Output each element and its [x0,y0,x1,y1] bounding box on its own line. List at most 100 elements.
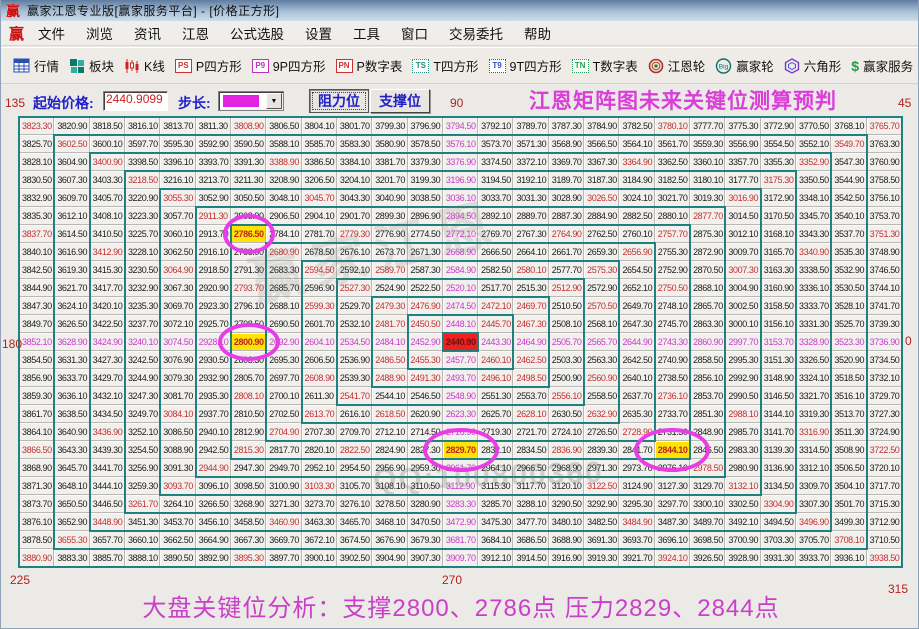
matrix-cell: 2743.30 [655,333,690,351]
matrix-cell: 3636.10 [54,387,89,405]
matrix-cell: 2834.50 [513,441,548,459]
matrix-cell: 2680.90 [266,243,301,261]
matrix-cell: 3324.10 [796,369,831,387]
matrix-cell: 2940.10 [196,423,231,441]
matrix-cell: 3108.10 [372,477,407,495]
matrix-cell: 2678.50 [302,243,337,261]
matrix-cell: 3784.90 [584,117,619,135]
matrix-cell: 2860.90 [690,333,725,351]
matrix-cell: 2532.10 [337,315,372,333]
matrix-cell: 3093.70 [160,477,195,495]
matrix-cell: 3247.30 [125,387,160,405]
matrix-cell: 3472.90 [443,513,478,531]
matrix-cell: 3105.70 [337,477,372,495]
angle-label-90: 90 [450,96,463,110]
matrix-cell: 2558.50 [584,387,619,405]
matrix-cell: 2510.50 [549,297,584,315]
matrix-cell: 3739.30 [867,315,902,333]
matrix-cell: 3148.90 [761,369,796,387]
matrix-cell: 3112.90 [443,477,478,495]
matrix-cell: 2803.30 [231,351,266,369]
matrix-cell: 3199.30 [408,171,443,189]
matrix-cell: 3592.90 [196,135,231,153]
matrix-cell: 2793.70 [231,279,266,297]
matrix-cell: 2704.90 [266,423,301,441]
matrix-cell: 2517.70 [478,279,513,297]
matrix-cell: 3513.70 [831,405,866,423]
matrix-cell: 3297.70 [655,495,690,513]
matrix-cell: 3614.50 [54,225,89,243]
matrix-cell: 3736.90 [867,333,902,351]
matrix-cell: 3777.70 [690,117,725,135]
matrix-cell: 2731.30 [655,423,690,441]
matrix-cell: 3489.70 [690,513,725,531]
matrix-cell: 3931.30 [761,549,796,567]
matrix-cell: 3405.70 [90,189,125,207]
gann-matrix: 赢家江恩 QQ:100800360 3823.303820.903818.503… [1,0,919,629]
matrix-cell: 3016.90 [725,189,760,207]
matrix-cell: 3014.50 [725,207,760,225]
matrix-cell: 3698.50 [690,531,725,549]
matrix-cell: 3708.10 [831,531,866,549]
matrix-cell: 3100.90 [266,477,301,495]
matrix-cell: 2589.70 [372,261,407,279]
matrix-cell: 3652.90 [54,513,89,531]
matrix-cell: 2956.90 [372,459,407,477]
matrix-cell: 3880.90 [19,549,54,567]
matrix-cell: 3400.90 [90,153,125,171]
matrix-cell: 3765.70 [867,117,902,135]
matrix-cell: 3412.90 [90,243,125,261]
matrix-cell: 3115.30 [478,477,513,495]
matrix-cell: 3446.50 [90,495,125,513]
matrix-cell: 3679.30 [408,531,443,549]
matrix-cell: 3355.30 [761,153,796,171]
matrix-cell: 3141.70 [761,423,796,441]
matrix-cell: 3823.30 [19,117,54,135]
matrix-cell: 3196.90 [443,171,478,189]
matrix-cell: 2551.30 [478,387,513,405]
matrix-cell: 3484.90 [619,513,654,531]
matrix-cell: 2772.10 [443,225,478,243]
matrix-cell: 3722.50 [867,441,902,459]
angle-label-180: 180 [2,337,22,351]
matrix-cell: 3451.30 [125,513,160,531]
matrix-cell: 2596.90 [302,279,337,297]
angle-label-315: 315 [888,582,908,596]
matrix-cell: 3933.70 [796,549,831,567]
matrix-cell: 2764.90 [549,225,584,243]
matrix-cell: 3345.70 [796,207,831,225]
matrix-cell: 3177.70 [725,171,760,189]
matrix-cell: 2889.70 [513,207,548,225]
matrix-cell: 3674.50 [337,531,372,549]
matrix-cell: 3508.90 [831,441,866,459]
matrix-cell: 2767.30 [513,225,548,243]
matrix-cell: 3254.50 [125,441,160,459]
matrix-cell: 3045.70 [302,189,337,207]
matrix-cell: 3002.50 [725,297,760,315]
matrix-cell: 3069.70 [160,297,195,315]
matrix-cell: 2983.30 [725,441,760,459]
matrix-cell: 2452.90 [408,333,443,351]
matrix-cell: 3391.30 [231,153,266,171]
matrix-cell: 3432.10 [90,387,125,405]
matrix-cell: 2563.30 [584,351,619,369]
matrix-cell: 3033.70 [478,189,513,207]
matrix-cell: 3811.30 [196,117,231,135]
matrix-cell: 2748.10 [655,297,690,315]
matrix-cell: 3496.90 [796,513,831,531]
matrix-cell: 2601.70 [302,315,337,333]
matrix-cell: 2997.70 [725,333,760,351]
matrix-cell: 2930.50 [196,351,231,369]
matrix-cell: 3619.30 [54,261,89,279]
matrix-cell: 3816.10 [125,117,160,135]
matrix-cell: 2464.90 [513,333,548,351]
matrix-cell: 3672.10 [302,531,337,549]
matrix-cell: 3590.50 [231,135,266,153]
matrix-cell: 2882.50 [619,207,654,225]
matrix-cell: 3760.90 [867,153,902,171]
matrix-cell: 2781.70 [302,225,337,243]
matrix-cell: 3676.90 [372,531,407,549]
matrix-cell: 3597.70 [125,135,160,153]
matrix-cell: 2620.90 [408,405,443,423]
matrix-cell: 3532.90 [831,261,866,279]
